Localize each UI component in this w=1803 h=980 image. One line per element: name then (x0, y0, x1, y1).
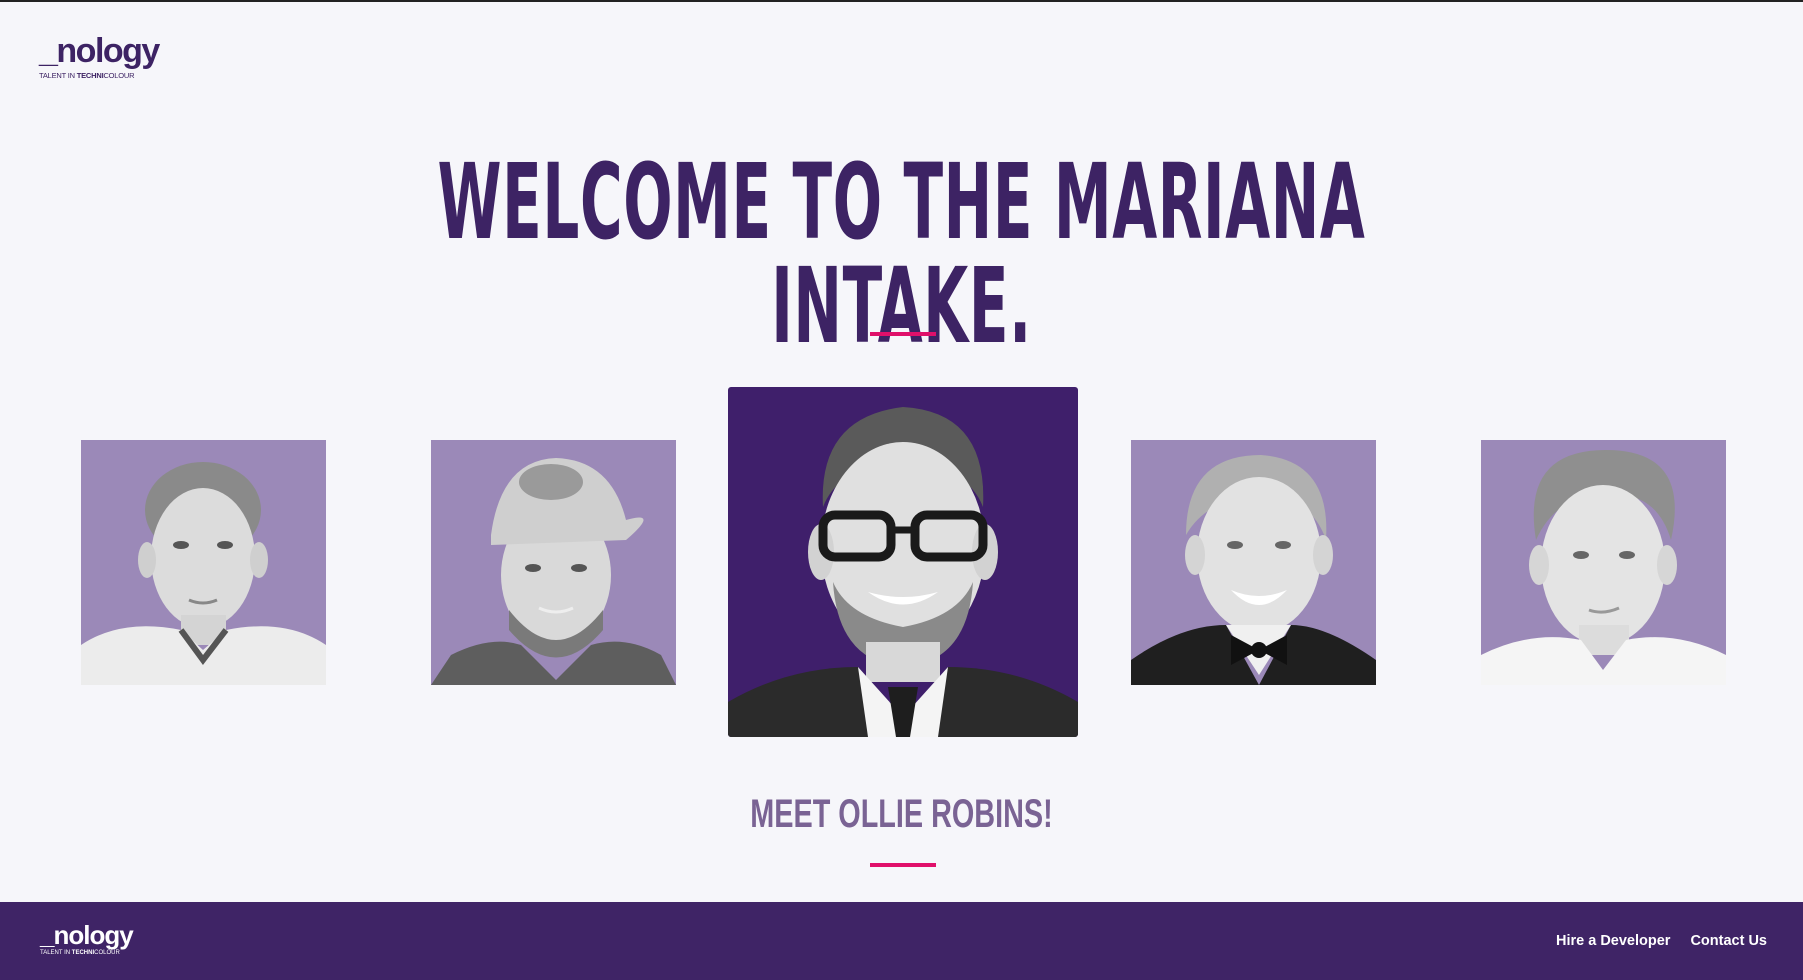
portrait-card-5[interactable] (1481, 440, 1726, 685)
footer: _nology TALENT IN TECHNICOLOUR Hire a De… (0, 902, 1803, 980)
portrait-card-1[interactable] (81, 440, 326, 685)
page-title: WELCOME TO THE MARIANA INTAKE. (437, 141, 1366, 367)
header-logo[interactable]: _nology TALENT IN TECHNICOLOUR (39, 32, 160, 80)
top-border (0, 0, 1803, 2)
hire-developer-link[interactable]: Hire a Developer (1556, 933, 1670, 949)
footer-logo-tagline: TALENT IN TECHNICOLOUR (40, 950, 120, 956)
logo-tagline: TALENT IN TECHNICOLOUR (39, 71, 135, 80)
portrait-photo-ollie-robins (728, 407, 1078, 737)
portrait-card-4[interactable] (1131, 440, 1376, 685)
portrait-photo (1481, 450, 1726, 685)
contact-us-link[interactable]: Contact Us (1690, 933, 1767, 949)
portrait-photo (81, 462, 326, 685)
footer-logo-wordmark: _nology (40, 920, 134, 950)
portrait-photo (431, 458, 676, 685)
logo-wordmark: _nology (39, 32, 160, 70)
footer-logo[interactable]: _nology TALENT IN TECHNICOLOUR (40, 920, 134, 956)
portrait-card-2[interactable] (431, 440, 676, 685)
title-divider (870, 332, 936, 336)
portrait-card-active[interactable] (728, 387, 1078, 737)
caption-divider (870, 863, 936, 867)
active-person-caption: MEET OLLIE ROBINS! (750, 792, 1053, 836)
footer-nav: Hire a Developer Contact Us (1556, 933, 1767, 949)
portrait-photo (1131, 455, 1376, 685)
